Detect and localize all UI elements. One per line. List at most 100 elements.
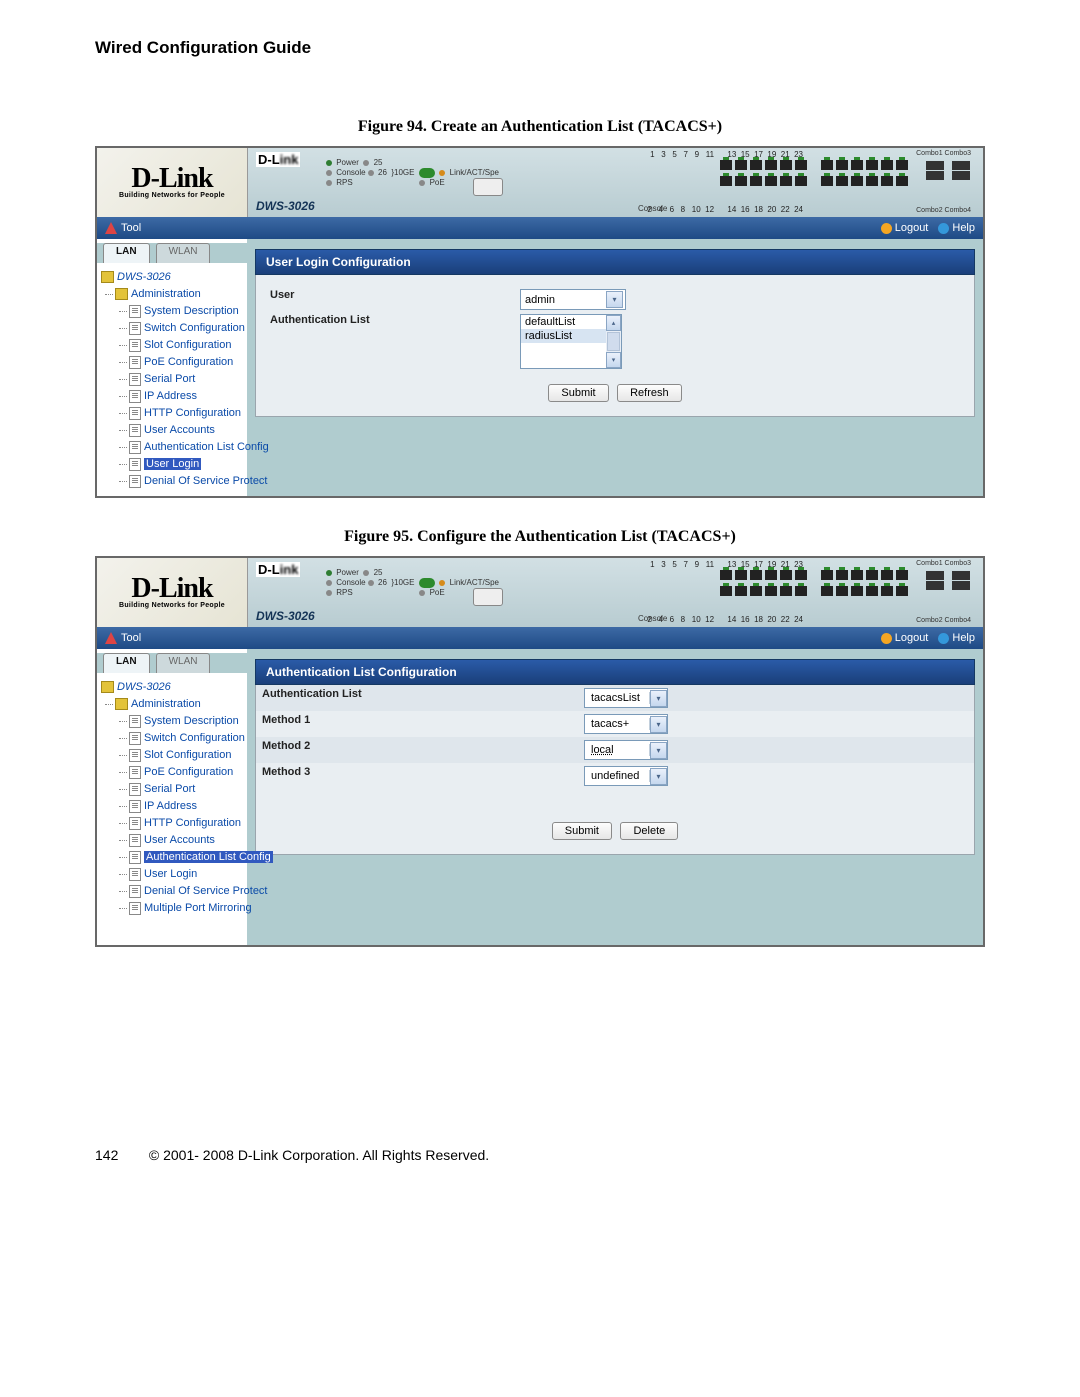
authlist-listbox[interactable]: defaultList radiusList ▴▾ <box>520 314 622 369</box>
doc-icon <box>129 475 141 488</box>
nav-item[interactable]: Switch Configuration <box>144 732 245 744</box>
figure94-caption: Figure 94. Create an Authentication List… <box>95 118 985 136</box>
device-panel: D-Link Power 25 Console 26 }10GE Link/AC… <box>248 148 983 217</box>
nav-item[interactable]: Authentication List Config <box>144 441 269 453</box>
switch-ports <box>720 160 908 170</box>
tree-root[interactable]: DWS-3026 <box>117 271 171 283</box>
scroll-down-icon[interactable]: ▾ <box>606 352 621 368</box>
tab-lan[interactable]: LAN <box>103 243 150 263</box>
doc-icon <box>129 424 141 437</box>
scroll-up-icon[interactable]: ▴ <box>606 315 621 331</box>
doc-icon <box>129 305 141 318</box>
nav-item[interactable]: Serial Port <box>144 783 195 795</box>
nav-item[interactable]: Multiple Port Mirroring <box>144 902 252 914</box>
nav-item[interactable]: Serial Port <box>144 373 195 385</box>
tree-root[interactable]: DWS-3026 <box>117 681 171 693</box>
device-panel: D-Link Power 25 Console 26 }10GE Link/AC… <box>248 558 983 627</box>
doc-icon <box>129 322 141 335</box>
doc-icon <box>129 356 141 369</box>
device-model: DWS-3026 <box>256 609 315 623</box>
doc-icon <box>129 458 141 471</box>
user-select[interactable]: admin▾ <box>520 289 626 310</box>
scrollbar[interactable]: ▴▾ <box>606 315 621 368</box>
authlist-select[interactable]: tacacsList▾ <box>584 688 668 708</box>
dlink-logo-box: D-Link Building Networks for People <box>97 148 248 217</box>
nav-item[interactable]: Switch Configuration <box>144 322 245 334</box>
doc-icon <box>129 407 141 420</box>
method2-select[interactable]: local▾ <box>584 740 668 760</box>
figure95-caption: Figure 95. Configure the Authentication … <box>95 528 985 546</box>
tool-menu[interactable]: Tool <box>121 632 141 644</box>
doc-icon <box>129 390 141 403</box>
doc-icon <box>129 373 141 386</box>
nav-item[interactable]: Denial Of Service Protect <box>144 475 268 487</box>
tool-menu[interactable]: Tool <box>121 222 141 234</box>
nav-item[interactable]: Denial Of Service Protect <box>144 885 268 897</box>
chevron-down-icon: ▾ <box>650 716 667 733</box>
refresh-button[interactable]: Refresh <box>617 384 682 402</box>
help-link[interactable]: Help <box>938 222 975 234</box>
tool-icon <box>105 222 117 234</box>
tab-lan[interactable]: LAN <box>103 653 150 673</box>
chevron-down-icon: ▾ <box>650 768 667 785</box>
doc-icon <box>129 868 141 881</box>
switch-ports <box>720 570 908 580</box>
nav-administration[interactable]: Administration <box>131 698 201 710</box>
tab-wlan[interactable]: WLAN <box>156 653 211 673</box>
sidebar: LAN WLAN DWS-3026 Administration System … <box>97 649 247 945</box>
doc-icon <box>129 732 141 745</box>
nav-item[interactable]: PoE Configuration <box>144 766 233 778</box>
copyright: © 2001- 2008 D-Link Corporation. All Rig… <box>149 1147 489 1163</box>
nav-item[interactable]: User Login <box>144 868 197 880</box>
doc-icon <box>129 800 141 813</box>
logout-link[interactable]: Logout <box>881 632 929 644</box>
row-label: Method 1 <box>256 711 578 737</box>
nav-administration[interactable]: Administration <box>131 288 201 300</box>
device-brand: D-Link <box>256 152 300 167</box>
row-label: Method 2 <box>256 737 578 763</box>
method3-select[interactable]: undefined▾ <box>584 766 668 786</box>
panel-title: User Login Configuration <box>255 249 975 275</box>
chevron-down-icon: ▾ <box>606 291 623 308</box>
submit-button[interactable]: Submit <box>548 384 608 402</box>
nav-item[interactable]: HTTP Configuration <box>144 817 241 829</box>
page-footer: 142 © 2001- 2008 D-Link Corporation. All… <box>95 1147 985 1163</box>
sidebar: LAN WLAN DWS-3026 Administration System … <box>97 239 247 496</box>
nav-item[interactable]: IP Address <box>144 390 197 402</box>
page-number: 142 <box>95 1147 145 1163</box>
nav-item[interactable]: Slot Configuration <box>144 339 231 351</box>
nav-item[interactable]: HTTP Configuration <box>144 407 241 419</box>
device-model: DWS-3026 <box>256 199 315 213</box>
nav-item[interactable]: User Accounts <box>144 834 215 846</box>
console-port-icon <box>473 178 503 196</box>
dlink-logo: D-Link <box>131 166 212 191</box>
logout-icon <box>881 633 892 644</box>
nav-item[interactable]: Slot Configuration <box>144 749 231 761</box>
method1-select[interactable]: tacacs+▾ <box>584 714 668 734</box>
tab-wlan[interactable]: WLAN <box>156 243 211 263</box>
device-brand: D-Link <box>256 562 300 577</box>
nav-item[interactable]: IP Address <box>144 800 197 812</box>
folder-icon <box>115 698 128 710</box>
nav-item[interactable]: System Description <box>144 305 239 317</box>
dlink-tagline: Building Networks for People <box>119 602 225 609</box>
delete-button[interactable]: Delete <box>620 822 678 840</box>
folder-icon <box>115 288 128 300</box>
toolbar: Tool Logout Help <box>97 217 983 239</box>
submit-button[interactable]: Submit <box>552 822 612 840</box>
nav-item[interactable]: User Accounts <box>144 424 215 436</box>
nav-item[interactable]: PoE Configuration <box>144 356 233 368</box>
logout-icon <box>881 223 892 234</box>
help-link[interactable]: Help <box>938 632 975 644</box>
user-label: User <box>270 289 520 310</box>
nav-user-login[interactable]: User Login <box>144 458 201 470</box>
console-label: Console <box>638 614 667 623</box>
doc-icon <box>129 766 141 779</box>
tool-icon <box>105 632 117 644</box>
doc-icon <box>129 834 141 847</box>
logout-link[interactable]: Logout <box>881 222 929 234</box>
console-label: Console <box>638 204 667 213</box>
nav-item[interactable]: System Description <box>144 715 239 727</box>
doc-icon <box>129 749 141 762</box>
nav-auth-list-config[interactable]: Authentication List Config <box>144 851 273 863</box>
